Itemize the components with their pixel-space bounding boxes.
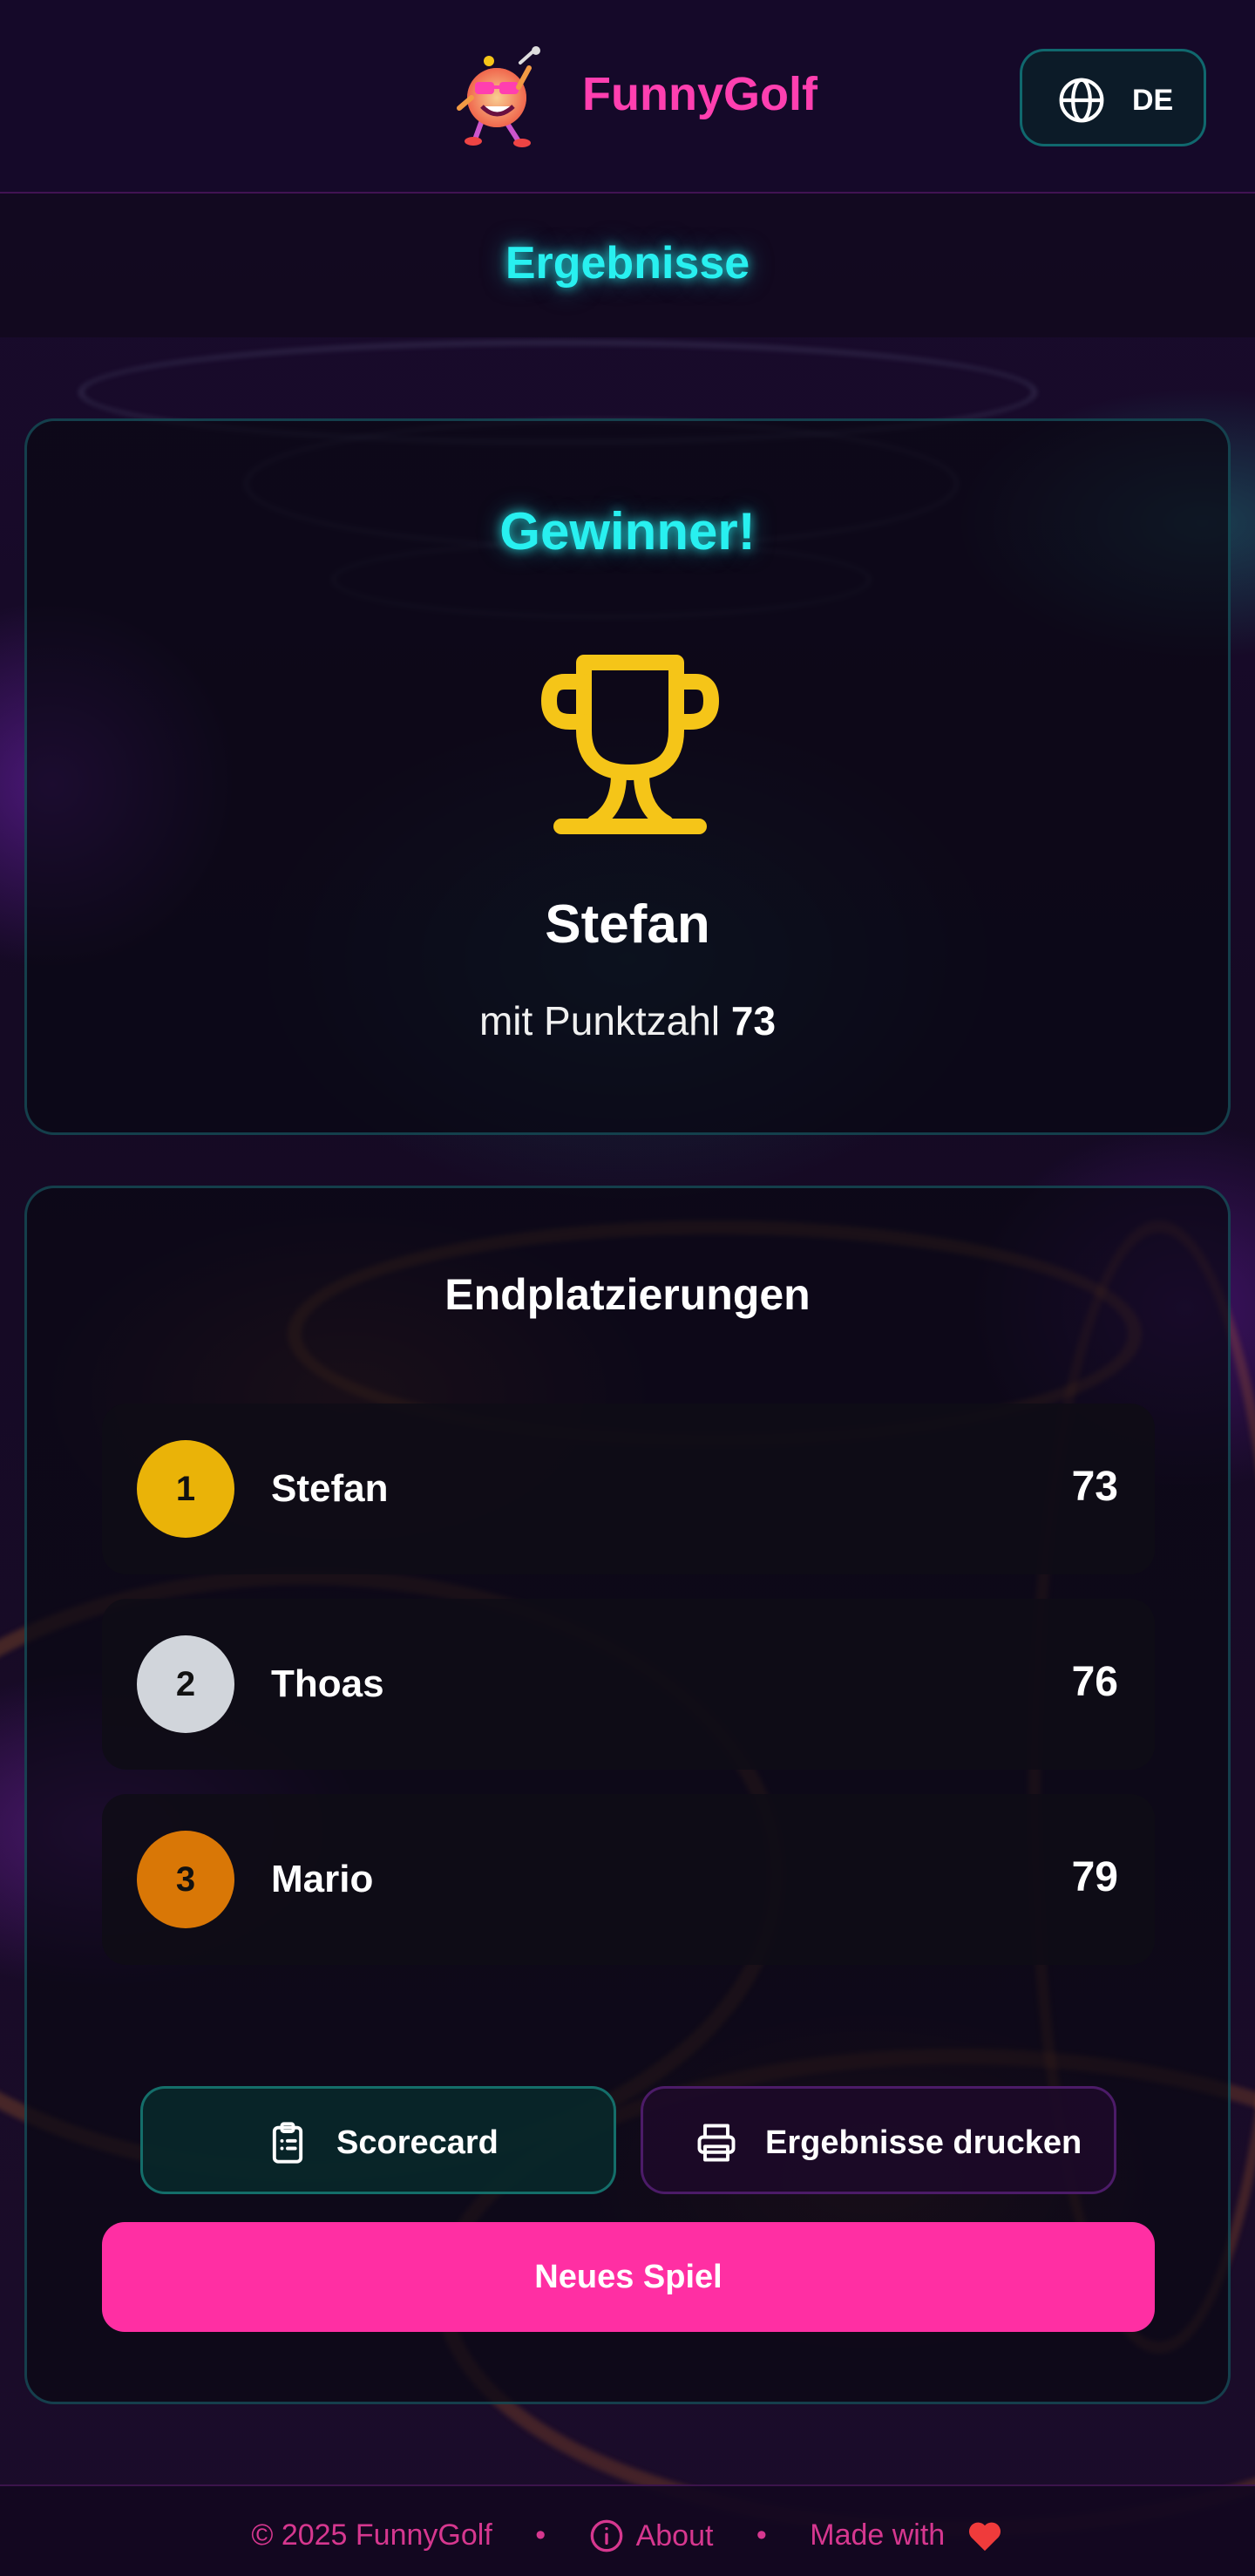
page-title: Ergebnisse: [505, 238, 750, 289]
rank-badge-bronze: 3: [137, 1831, 234, 1928]
winner-score-value: 73: [730, 998, 777, 1043]
winner-score-line: mit Punktzahl 73: [27, 996, 1228, 1045]
scorecard-button-label: Scorecard: [336, 2124, 499, 2161]
player-name: Stefan: [271, 1467, 389, 1510]
print-results-button[interactable]: Ergebnisse drucken: [641, 2086, 1116, 2194]
app-header: FunnyGolf DE: [0, 0, 1255, 194]
rank-badge-gold: 1: [137, 1440, 234, 1538]
language-switcher-button[interactable]: DE: [1020, 49, 1206, 146]
heart-icon: [968, 2522, 1001, 2552]
winner-heading: Gewinner!: [499, 502, 756, 561]
ranking-row: 2 Thoas 76: [102, 1599, 1155, 1770]
footer-copyright: © 2025 FunnyGolf: [251, 2518, 492, 2552]
rankings-heading: Endplatzierungen: [444, 1270, 811, 1319]
info-icon: [590, 2519, 622, 2552]
footer-separator: •: [535, 2518, 546, 2552]
brand-logo[interactable]: FunnyGolf: [449, 44, 817, 148]
new-game-button[interactable]: Neues Spiel: [102, 2222, 1155, 2332]
winner-card: Gewinner! Stefan mit Punktzahl 73: [24, 418, 1231, 1135]
player-name: Mario: [271, 1858, 374, 1900]
about-link-label: About: [635, 2519, 714, 2553]
player-score: 73: [1071, 1464, 1118, 1510]
ranking-row: 3 Mario 79: [102, 1794, 1155, 1965]
player-score: 79: [1071, 1854, 1118, 1900]
player-score: 76: [1071, 1659, 1118, 1705]
clipboard-list-icon: [272, 2122, 303, 2164]
winner-score-prefix: mit Punktzahl: [478, 998, 721, 1043]
printer-icon: [697, 2124, 736, 2162]
ranking-row: 1 Stefan 73: [102, 1404, 1155, 1574]
new-game-button-label: Neues Spiel: [534, 2259, 722, 2295]
brand-name: FunnyGolf: [582, 68, 817, 120]
page-title-band: Ergebnisse: [0, 194, 1255, 337]
final-rankings-card: Endplatzierungen 1 Stefan 73 2 Thoas 76 …: [24, 1186, 1231, 2404]
trophy-icon: [541, 655, 719, 834]
print-results-button-label: Ergebnisse drucken: [765, 2124, 1082, 2161]
rank-badge-silver: 2: [137, 1635, 234, 1733]
page-footer: © 2025 FunnyGolf • About • Made with: [0, 2484, 1255, 2576]
language-code: DE: [1132, 84, 1174, 117]
footer-separator: •: [756, 2518, 767, 2552]
player-name: Thoas: [271, 1662, 384, 1705]
made-with-text: Made with: [810, 2518, 946, 2552]
globe-icon: [1059, 78, 1104, 123]
golf-ball-mascot-icon: [457, 46, 540, 147]
scorecard-button[interactable]: Scorecard: [140, 2086, 616, 2194]
about-link[interactable]: About: [589, 2513, 714, 2557]
winner-name: Stefan: [545, 894, 710, 955]
